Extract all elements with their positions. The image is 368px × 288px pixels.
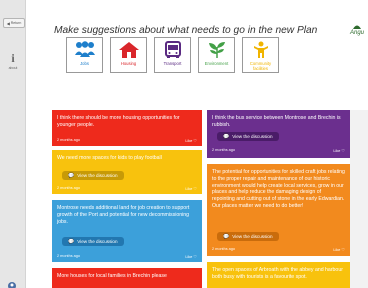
category-jobs-button[interactable]: Jobs (66, 37, 103, 73)
bus-icon (164, 41, 181, 58)
left-rail: ◀ Return i about (0, 0, 26, 288)
category-transport-button[interactable]: Transport (154, 37, 191, 73)
category-label: Community facilities (249, 61, 272, 71)
return-button[interactable]: ◀ Return (3, 18, 25, 28)
like-label: Like (185, 255, 193, 259)
view-discussion-label: View the discussion (232, 134, 273, 139)
logo-mark-icon (353, 25, 361, 29)
card-time: 2 months ago (57, 186, 81, 190)
suggestion-card[interactable]: Montrose needs additional land for job c… (52, 200, 202, 262)
page-title: Make suggestions about what needs to go … (54, 25, 318, 36)
like-label: Like (333, 149, 341, 153)
category-label: Housing (120, 61, 137, 66)
like-label: Like (185, 139, 193, 143)
card-text: I think there should be more housing opp… (57, 115, 180, 128)
info-icon[interactable]: i (8, 52, 18, 64)
suggestion-card[interactable]: The potential for opportunities for skil… (207, 164, 350, 256)
category-buttons: Jobs Housing Transport Environment Commu… (66, 37, 279, 73)
heart-icon: ♡ (341, 148, 345, 153)
return-label: Return (10, 21, 22, 25)
card-text: I think the bus service between Montrose… (212, 115, 341, 128)
card-text: More houses for local families in Brechi… (57, 273, 167, 279)
house-icon (118, 42, 139, 58)
category-label: Transport (163, 61, 182, 66)
info-label: about (8, 66, 18, 70)
view-discussion-button[interactable]: 💬 View the discussion (62, 237, 124, 246)
view-discussion-button[interactable]: 💬 View the discussion (217, 232, 279, 241)
card-text: The open spaces of Arbroath with the abb… (212, 267, 343, 280)
like-button[interactable]: Like ♡ (185, 138, 197, 143)
heart-icon: ♡ (193, 138, 197, 143)
category-community-button[interactable]: Community facilities (242, 37, 279, 73)
card-text: The potential for opportunities for skil… (212, 169, 345, 209)
card-time: 2 months ago (212, 247, 236, 251)
view-discussion-label: View the discussion (77, 239, 118, 244)
plant-icon (208, 42, 225, 58)
view-discussion-label: View the discussion (77, 173, 118, 178)
suggestion-card[interactable]: More houses for local families in Brechi… (52, 268, 202, 288)
card-text: Montrose needs additional land for job c… (57, 205, 190, 225)
category-housing-button[interactable]: Housing (110, 37, 147, 73)
like-label: Like (185, 187, 193, 191)
people-icon (74, 41, 95, 57)
like-button[interactable]: Like ♡ (185, 254, 197, 259)
person-icon (253, 41, 268, 58)
view-discussion-button[interactable]: 💬 View the discussion (217, 132, 279, 141)
like-button[interactable]: Like ♡ (333, 148, 345, 153)
app-frame: ◀ Return i about Make suggestions about … (0, 0, 368, 288)
view-discussion-button[interactable]: 💬 View the discussion (62, 171, 124, 180)
view-discussion-label: View the discussion (232, 234, 273, 239)
logo-text: Angu (350, 30, 365, 36)
like-button[interactable]: Like ♡ (333, 247, 345, 252)
suggestion-card[interactable]: The open spaces of Arbroath with the abb… (207, 262, 350, 288)
like-label: Like (333, 248, 341, 252)
heart-icon: ♡ (193, 186, 197, 191)
card-time: 2 months ago (57, 254, 81, 258)
right-panel-edge (350, 110, 368, 288)
suggestion-card[interactable]: We need more spaces for kids to play foo… (52, 150, 202, 194)
heart-icon: ♡ (341, 247, 345, 252)
like-button[interactable]: Like ♡ (185, 186, 197, 191)
suggestion-card[interactable]: I think the bus service between Montrose… (207, 110, 350, 158)
category-environment-button[interactable]: Environment (198, 37, 235, 73)
speech-bubble-icon: 💬 (223, 133, 230, 140)
card-text: We need more spaces for kids to play foo… (57, 155, 162, 161)
category-label: Jobs (80, 61, 89, 66)
heart-icon: ♡ (193, 254, 197, 259)
speech-bubble-icon: 💬 (68, 238, 75, 245)
category-label: Environment (204, 61, 229, 66)
card-time: 2 months ago (212, 148, 236, 152)
speech-bubble-icon: 💬 (68, 172, 75, 179)
speech-bubble-icon: 💬 (223, 233, 230, 240)
card-time: 2 months ago (57, 138, 81, 142)
suggestion-card[interactable]: I think there should be more housing opp… (52, 110, 202, 146)
avatar-icon (8, 282, 16, 288)
chevron-left-icon: ◀ (6, 20, 10, 26)
